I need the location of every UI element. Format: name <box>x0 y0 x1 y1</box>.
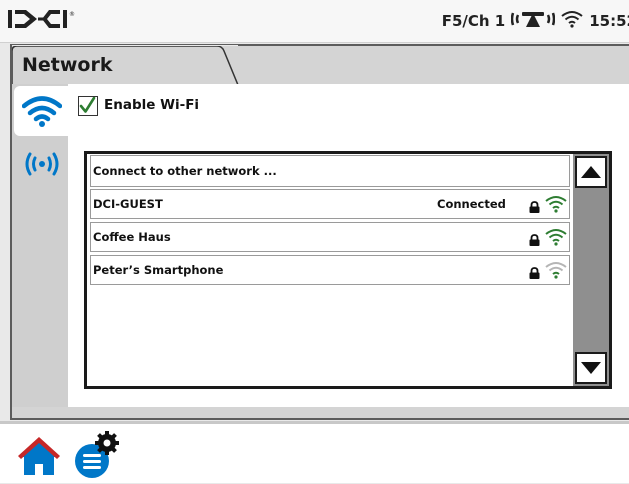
settings-menu-icon[interactable] <box>72 428 124 484</box>
checkmark-icon <box>79 97 96 113</box>
network-row-coffee-haus[interactable]: Coffee Haus <box>90 222 570 252</box>
triangle-down-icon <box>581 362 601 374</box>
network-status: Connected <box>437 197 506 211</box>
lock-icon <box>529 231 540 250</box>
channel-label: F5/Ch 1 <box>441 12 506 30</box>
wifi-signal-weak-icon <box>545 261 567 283</box>
enable-wifi-label: Enable Wi-Fi <box>104 97 200 113</box>
wifi-signal-strong-icon <box>545 228 567 250</box>
wifi-status-icon <box>561 10 583 32</box>
antenna-signal-icon <box>511 9 556 33</box>
network-row-peters-smartphone[interactable]: Peter’s Smartphone <box>90 255 570 285</box>
svg-text:®: ® <box>69 11 75 18</box>
lock-icon <box>529 198 540 217</box>
wifi-signal-strong-icon <box>545 195 567 217</box>
network-row-dci-guest[interactable]: DCI-GUEST Connected <box>90 189 570 219</box>
triangle-up-icon <box>581 166 601 178</box>
network-ssid: Peter’s Smartphone <box>93 263 224 277</box>
enable-wifi-checkbox[interactable] <box>78 96 98 116</box>
dci-logo: ® <box>8 9 88 33</box>
clock: 15:52 <box>589 12 629 30</box>
scroll-down-button[interactable] <box>575 352 607 384</box>
radio-broadcast-icon[interactable] <box>22 150 62 182</box>
home-icon[interactable] <box>18 437 60 481</box>
status-bar: ® F5/Ch 1 15:52 <box>0 0 629 43</box>
scroll-up-button[interactable] <box>575 156 607 188</box>
wifi-icon <box>21 94 63 132</box>
panel-bottom-strip <box>12 407 629 418</box>
network-ssid: Coffee Haus <box>93 230 171 244</box>
page-title: Network <box>22 54 113 76</box>
lock-icon <box>529 264 540 283</box>
network-ssid: DCI-GUEST <box>93 197 163 211</box>
connect-other-network[interactable]: Connect to other network ... <box>90 155 570 187</box>
connect-other-label: Connect to other network ... <box>93 164 277 178</box>
